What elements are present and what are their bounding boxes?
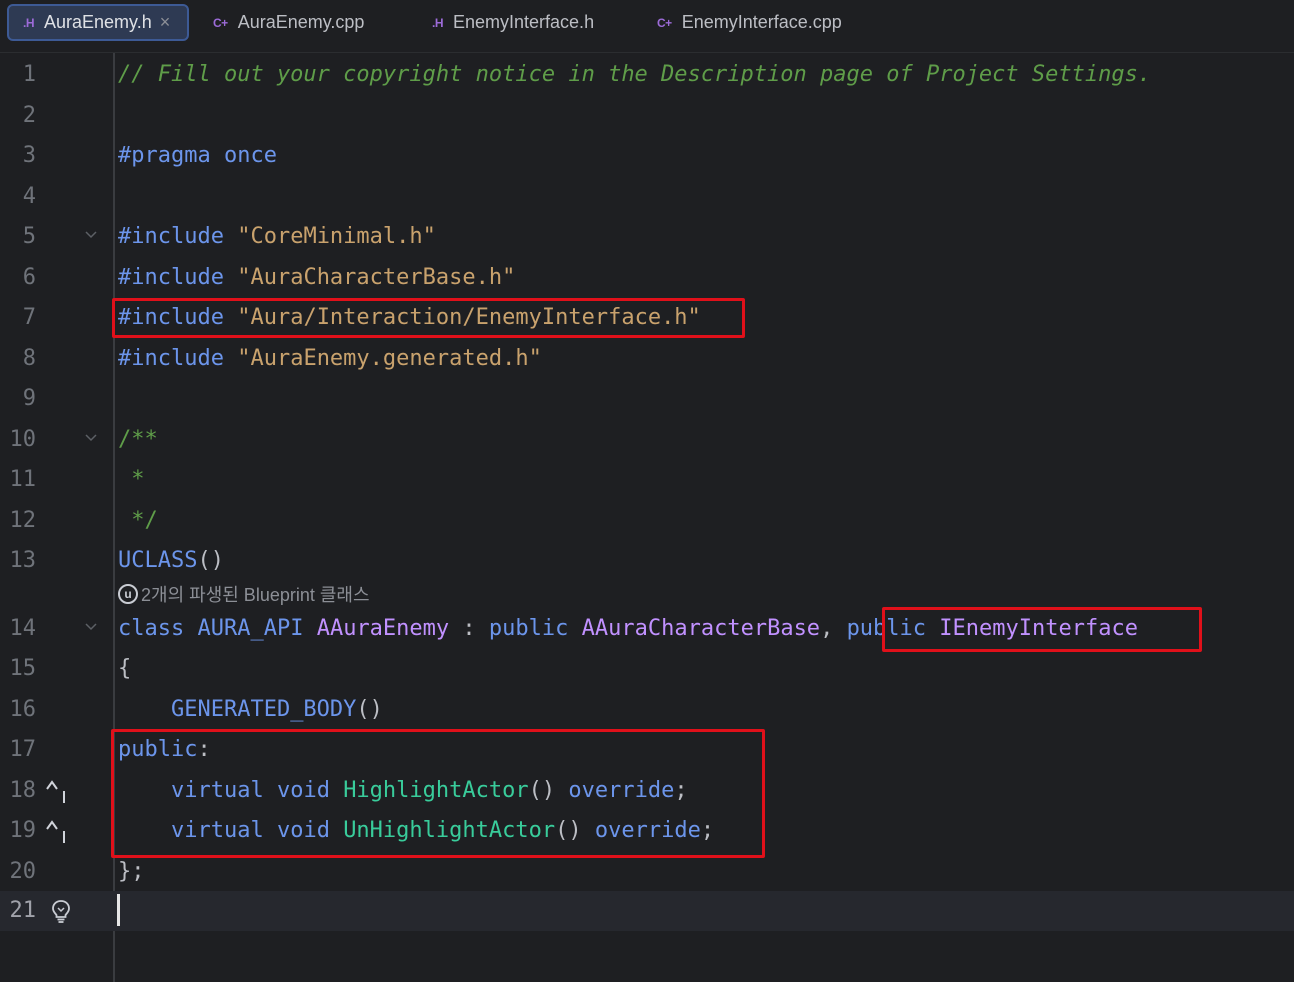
line-number[interactable]: 9 — [0, 379, 36, 419]
keyword: public — [488, 616, 569, 641]
tab-enemyinterface-cpp[interactable]: C+ EnemyInterface.cpp — [657, 4, 842, 41]
line-21-current: 21 — [0, 891, 1294, 931]
include-path: "CoreMinimal.h" — [237, 224, 436, 249]
base-class: AAuraCharacterBase — [581, 616, 821, 641]
doc-comment: * — [118, 467, 145, 492]
class-name: AAuraEnemy — [316, 616, 450, 641]
brace: { — [118, 656, 132, 681]
keyword: class — [118, 616, 185, 641]
line-10: 10 — [0, 420, 1294, 460]
tab-label: AuraEnemy.cpp — [237, 12, 365, 32]
code-line-11[interactable]: * — [118, 460, 145, 500]
highlight-box-include — [112, 298, 745, 338]
parens: () — [197, 548, 224, 573]
header-file-icon: .H — [432, 15, 444, 30]
line-number[interactable]: 16 — [0, 690, 37, 730]
close-icon[interactable]: × — [160, 12, 171, 33]
parens: () — [356, 697, 383, 722]
code-line-12[interactable]: */ — [118, 501, 158, 541]
line-number[interactable]: 8 — [0, 339, 36, 379]
doc-comment: /** — [118, 427, 158, 452]
api-macro: AURA_API — [197, 616, 304, 641]
editor-tab-bar: .H AuraEnemy.h × C+ AuraEnemy.cpp .H Ene… — [0, 0, 1294, 53]
include-directive: #include — [118, 346, 224, 371]
inlay-hint-text: 2개의 파생된 Blueprint 클래스 — [141, 585, 370, 605]
pragma-arg: once — [210, 143, 277, 168]
line-number[interactable]: 3 — [0, 136, 36, 176]
cpp-file-icon: C+ — [213, 15, 228, 30]
cpp-file-icon: C+ — [657, 15, 672, 30]
code-line-6[interactable]: #include "AuraCharacterBase.h" — [118, 258, 515, 298]
code-line-10[interactable]: /** — [118, 420, 158, 460]
line-number[interactable]: 11 — [0, 460, 37, 500]
line-number[interactable]: 7 — [0, 298, 36, 338]
line-number[interactable]: 13 — [0, 541, 37, 581]
chevron-down-icon[interactable] — [82, 619, 100, 637]
doc-comment: */ — [118, 508, 158, 533]
line-number[interactable]: 5 — [0, 217, 36, 257]
line-number[interactable]: 12 — [0, 501, 37, 541]
preprocessor-directive: #pragma — [118, 143, 211, 168]
highlight-box-overrides — [111, 729, 765, 858]
line-number[interactable]: 17 — [0, 730, 37, 770]
macro: GENERATED_BODY — [170, 697, 357, 722]
line-number[interactable]: 6 — [0, 258, 36, 298]
line-number[interactable]: 4 — [0, 177, 36, 217]
implements-up-arrow-icon[interactable] — [44, 777, 74, 805]
tab-auraenemy-h[interactable]: .H AuraEnemy.h × — [7, 4, 189, 41]
blueprint-inlay-hint[interactable]: u 2개의 파생된 Blueprint 클래스 — [118, 580, 370, 608]
code-line-3[interactable]: #pragma once — [118, 136, 277, 176]
header-file-icon: .H — [23, 15, 35, 30]
line-number[interactable]: 1 — [0, 55, 36, 95]
tab-label: EnemyInterface.cpp — [681, 12, 842, 32]
line-number[interactable]: 21 — [0, 891, 37, 931]
include-directive: #include — [118, 224, 224, 249]
line-number[interactable]: 19 — [0, 811, 37, 851]
line-20: 20 — [0, 852, 1294, 892]
comma: , — [820, 616, 847, 641]
implements-up-arrow-icon[interactable] — [44, 817, 74, 845]
comment: // Fill out your copyright notice in the… — [118, 62, 1152, 87]
text-caret — [117, 894, 120, 926]
code-line-5[interactable]: #include "CoreMinimal.h" — [118, 217, 436, 257]
line-11: 11 — [0, 460, 1294, 500]
line-number[interactable]: 2 — [0, 96, 36, 136]
code-line-13[interactable]: UCLASS() — [118, 541, 224, 581]
code-line-1[interactable]: // Fill out your copyright notice in the… — [118, 55, 1151, 95]
tab-label: EnemyInterface.h — [453, 12, 595, 32]
colon: : — [449, 616, 489, 641]
line-number[interactable]: 15 — [0, 649, 37, 689]
line-9: 9 — [0, 379, 1294, 419]
line-number[interactable]: 20 — [0, 852, 37, 892]
line-number[interactable]: 18 — [0, 771, 37, 811]
line-number[interactable]: 14 — [0, 609, 37, 649]
code-line-20[interactable]: }; — [118, 852, 145, 892]
code-line-8[interactable]: #include "AuraEnemy.generated.h" — [118, 339, 542, 379]
macro: UCLASS — [118, 548, 198, 573]
closing-brace: }; — [118, 859, 145, 884]
code-line-15[interactable]: { — [118, 649, 131, 689]
code-line-16[interactable]: GENERATED_BODY() — [118, 690, 383, 730]
chevron-down-icon[interactable] — [82, 430, 100, 448]
lightbulb-icon[interactable] — [50, 899, 72, 923]
tab-auraenemy-cpp[interactable]: C+ AuraEnemy.cpp — [213, 4, 364, 41]
unreal-engine-icon: u — [118, 584, 138, 604]
tab-label: AuraEnemy.h — [44, 12, 152, 32]
line-4: 4 — [0, 177, 1294, 217]
include-directive: #include — [118, 265, 224, 290]
include-path: "AuraEnemy.generated.h" — [237, 346, 542, 371]
line-12: 12 — [0, 501, 1294, 541]
line-15: 15 — [0, 649, 1294, 689]
line-number[interactable]: 10 — [0, 420, 37, 460]
highlight-box-interface — [882, 607, 1202, 652]
line-2: 2 — [0, 96, 1294, 136]
chevron-down-icon[interactable] — [82, 227, 100, 245]
include-path: "AuraCharacterBase.h" — [237, 265, 516, 290]
tab-enemyinterface-h[interactable]: .H EnemyInterface.h — [432, 4, 594, 41]
